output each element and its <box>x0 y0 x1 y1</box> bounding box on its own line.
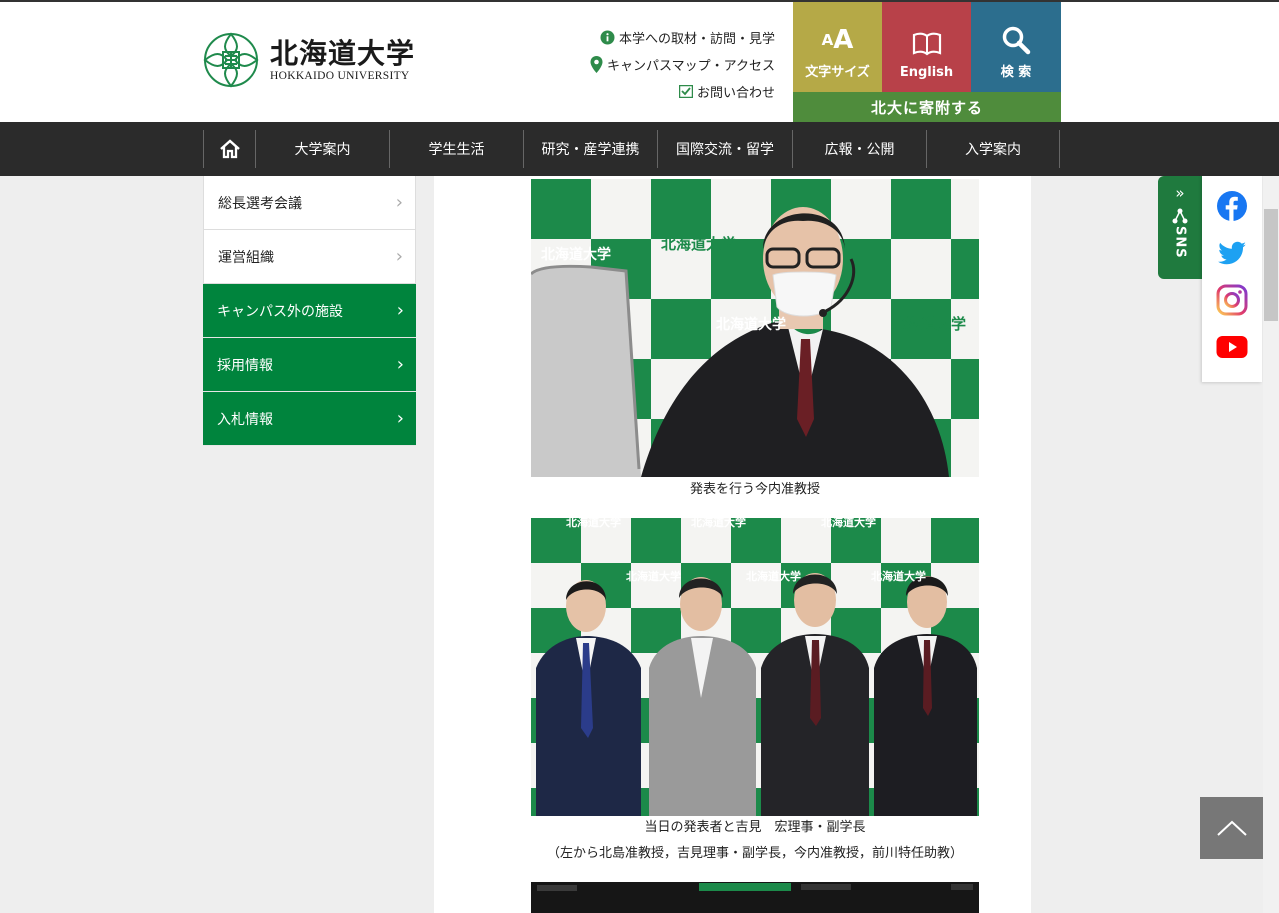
sns-panel <box>1202 176 1262 382</box>
chevron-right-icon: › <box>396 300 404 321</box>
sidebar-item-label: 総長選考会議 <box>218 195 302 212</box>
chevron-right-icon: › <box>396 408 404 429</box>
double-chevron-icon: » <box>1175 184 1185 202</box>
mail-icon <box>678 85 693 98</box>
svg-text:北海道大学: 北海道大学 <box>541 246 611 263</box>
logo-english: HOKKAIDO UNIVERSITY <box>270 70 410 82</box>
nav-about[interactable]: 大学案内 <box>255 130 389 168</box>
svg-text:北海道大学: 北海道大学 <box>821 518 876 529</box>
back-to-top-button[interactable] <box>1200 797 1263 859</box>
utility-links: 本学への取材・訪問・見学 キャンパスマップ・アクセス お問い合わせ <box>590 24 775 105</box>
presentation-photo: 北海道大学 北海道大学 北海道大学 北海道大学 <box>531 179 979 477</box>
nav-research[interactable]: 研究・産学連携 <box>523 130 657 168</box>
map-pin-icon <box>590 56 603 73</box>
sidebar-menu: 総長選考会議 › 運営組織 › キャンパス外の施設 › 採用情報 › 入札情報 … <box>203 176 416 446</box>
visit-link-label: 本学への取材・訪問・見学 <box>618 32 775 47</box>
logo-japanese: 北海道大学 <box>270 37 416 70</box>
global-nav: 大学案内 学生生活 研究・産学連携 国際交流・留学 広報・公開 入学案内 <box>0 122 1279 176</box>
online-meeting-photo <box>531 882 979 913</box>
header-buttons: AA 文字サイズ English 検 索 北大に寄附する <box>793 2 1061 122</box>
svg-text:北海道大学: 北海道大学 <box>716 316 786 333</box>
group-photo-caption: 当日の発表者と吉見 宏理事・副学長 <box>644 820 866 835</box>
sidebar-item-offcampus-facilities[interactable]: キャンパス外の施設 › <box>203 284 416 338</box>
university-logo[interactable]: 北海道大学 HOKKAIDO UNIVERSITY <box>201 28 431 92</box>
svg-text:北海道大学: 北海道大学 <box>691 518 746 529</box>
english-label: English <box>899 65 954 80</box>
donate-button[interactable]: 北大に寄附する <box>793 92 1061 122</box>
english-button[interactable]: English <box>882 2 971 92</box>
chevron-right-icon: › <box>395 246 403 267</box>
sidebar-item-label: 運営組織 <box>218 249 274 266</box>
font-size-icon: AA <box>821 25 854 55</box>
twitter-icon[interactable] <box>1216 237 1248 269</box>
group-photo-names: （左から北島准教授，吉見理事・副学長，今内准教授，前川特任助教） <box>546 846 963 861</box>
svg-text:北海道大学: 北海道大学 <box>566 518 621 529</box>
main-content: 北海道大学 北海道大学 北海道大学 北海道大学 発表を行う今内准教授 北海道大学… <box>434 176 1031 913</box>
home-icon <box>219 139 240 159</box>
photo-caption: 発表を行う今内准教授 <box>689 482 820 497</box>
svg-text:北海道大学: 北海道大学 <box>891 315 966 333</box>
sidebar-item-president-selection[interactable]: 総長選考会議 › <box>203 176 416 230</box>
contact-link-label: お問い合わせ <box>696 86 775 101</box>
youtube-icon[interactable] <box>1216 331 1248 363</box>
scrollbar-thumb[interactable] <box>1264 209 1278 321</box>
sns-label: SNS <box>1172 226 1188 259</box>
sidebar-item-label: キャンパス外の施設 <box>217 303 343 320</box>
chevron-right-icon: › <box>395 192 403 213</box>
nav-pr[interactable]: 広報・公開 <box>792 130 926 168</box>
site-header: 北海道大学 HOKKAIDO UNIVERSITY 本学への取材・訪問・見学 キ… <box>0 2 1279 122</box>
svg-text:北海道大学: 北海道大学 <box>871 569 926 583</box>
nav-international[interactable]: 国際交流・留学 <box>657 130 792 168</box>
font-size-label: 文字サイズ <box>805 65 870 80</box>
font-size-button[interactable]: AA 文字サイズ <box>793 2 882 92</box>
sidebar-item-recruitment[interactable]: 採用情報 › <box>203 338 416 392</box>
sidebar-item-label: 入札情報 <box>217 411 273 428</box>
sidebar-item-organization[interactable]: 運営組織 › <box>203 230 416 284</box>
nav-admissions[interactable]: 入学案内 <box>926 130 1060 168</box>
svg-text:北海道大学: 北海道大学 <box>746 569 801 583</box>
share-icon <box>1172 208 1188 224</box>
svg-text:北海道大学: 北海道大学 <box>626 569 681 583</box>
chevron-right-icon: › <box>396 354 404 375</box>
visit-link[interactable]: 本学への取材・訪問・見学 <box>590 24 775 51</box>
sidebar-item-label: 採用情報 <box>217 357 273 374</box>
svg-text:北海道大学: 北海道大学 <box>661 235 736 253</box>
group-photo: 北海道大学 北海道大学 北海道大学 北海道大学 北海道大学 北海道大学 <box>531 518 979 816</box>
emblem-icon <box>203 32 259 88</box>
campus-map-link-label: キャンパスマップ・アクセス <box>607 59 775 74</box>
sns-toggle-tab[interactable]: » SNS <box>1158 176 1202 279</box>
instagram-icon[interactable] <box>1216 284 1248 316</box>
facebook-icon[interactable] <box>1216 190 1248 222</box>
sidebar-item-bidding[interactable]: 入札情報 › <box>203 392 416 446</box>
book-icon <box>912 27 942 61</box>
contact-link[interactable]: お問い合わせ <box>590 78 775 105</box>
chevron-up-icon <box>1216 820 1247 836</box>
info-icon <box>600 30 615 45</box>
search-button[interactable]: 検 索 <box>971 2 1061 92</box>
nav-student-life[interactable]: 学生生活 <box>389 130 523 168</box>
search-icon <box>1001 23 1031 57</box>
campus-map-link[interactable]: キャンパスマップ・アクセス <box>590 51 775 78</box>
search-label: 検 索 <box>1000 65 1032 80</box>
nav-home[interactable] <box>203 130 255 168</box>
